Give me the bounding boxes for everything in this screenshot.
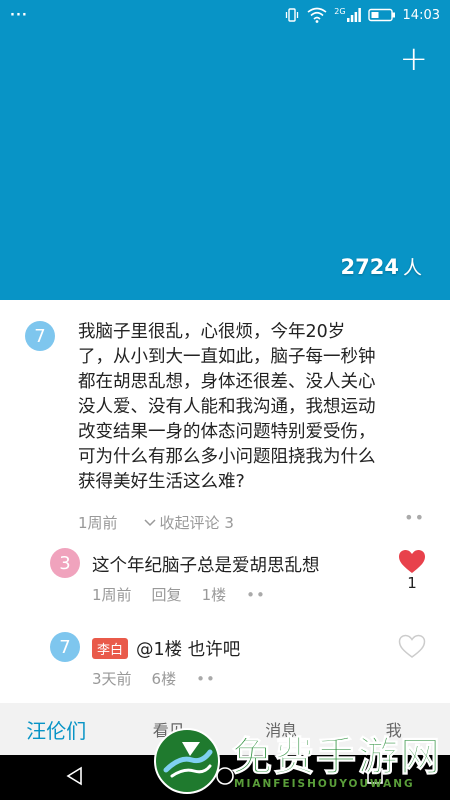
comment-more-button[interactable]: •• [246, 586, 266, 604]
comment-text: 李白 @1楼 也许吧 [92, 636, 240, 661]
comment-time: 3天前 [92, 670, 132, 688]
network-type: 2G [334, 7, 346, 16]
member-count-number: 2724 [340, 255, 399, 279]
like-button[interactable]: 1 [398, 549, 426, 592]
system-nav-bar [0, 755, 450, 800]
member-count-unit: 人 [402, 257, 422, 279]
avatar[interactable]: 3 [50, 548, 80, 578]
post-text: 我脑子里很乱，心很烦，今年20岁了，从小到大一直如此，脑子每一秒钟都在胡思乱想，… [78, 322, 376, 492]
post-more-button[interactable]: •• [404, 508, 425, 527]
member-count: 2724 人 [341, 253, 422, 280]
clock: 14:03 [402, 7, 440, 23]
wifi-icon [307, 7, 327, 23]
comment-time: 1周前 [92, 586, 132, 604]
tab-me[interactable]: 我 [338, 717, 450, 741]
comment-meta: 1周前 回复 1楼 •• [92, 584, 286, 605]
tab-wanglun[interactable]: 汪伦们 [0, 715, 113, 744]
user-tag: 李白 [92, 638, 129, 659]
heart-outline-icon [398, 634, 426, 658]
tab-see[interactable]: 看见 [113, 717, 226, 741]
recents-button[interactable] [365, 766, 385, 790]
heart-filled-icon [399, 550, 425, 573]
vibrate-icon [286, 8, 299, 22]
chevron-down-icon [144, 518, 156, 526]
comment-body: 这个年纪脑子总是爱胡思乱想 [92, 556, 320, 576]
post-time: 1周前 [78, 514, 118, 532]
cell-signal: 2G [334, 7, 361, 22]
comment-text: 这个年纪脑子总是爱胡思乱想 [92, 552, 320, 577]
bottom-tab-bar: 汪伦们 看见 消息 我 [0, 703, 450, 755]
avatar[interactable]: 7 [50, 632, 80, 662]
home-button[interactable] [215, 766, 235, 790]
group-header: + 2724 人 [0, 30, 450, 300]
like-count: 1 [407, 574, 417, 592]
avatar[interactable]: 7 [25, 321, 55, 351]
floor-label: 1楼 [201, 586, 227, 604]
like-button[interactable] [398, 634, 426, 659]
collapse-comments-label: 收起评论 3 [159, 514, 234, 532]
tab-messages[interactable]: 消息 [225, 717, 338, 741]
back-triangle-icon [66, 766, 82, 785]
comment-meta: 3天前 6楼 •• [92, 668, 236, 689]
comment-body: @1楼 也许吧 [136, 640, 241, 660]
status-icons: 2G 14:03 [284, 7, 440, 23]
back-button[interactable] [65, 766, 85, 790]
signal-icon [346, 8, 361, 22]
recents-square-icon [367, 767, 383, 784]
battery-icon [367, 8, 395, 22]
collapse-comments-button[interactable]: 收起评论 3 [144, 512, 234, 533]
status-dots: ··· [10, 7, 28, 23]
status-bar: ··· 2G 14:03 [0, 0, 450, 30]
post-meta: 1周前 收起评论 3 [78, 512, 234, 533]
reply-button[interactable]: 回复 [152, 584, 182, 605]
comment-more-button[interactable]: •• [196, 670, 216, 688]
home-circle-icon [216, 766, 234, 785]
add-button[interactable]: + [400, 42, 429, 76]
floor-label: 6楼 [151, 670, 177, 688]
